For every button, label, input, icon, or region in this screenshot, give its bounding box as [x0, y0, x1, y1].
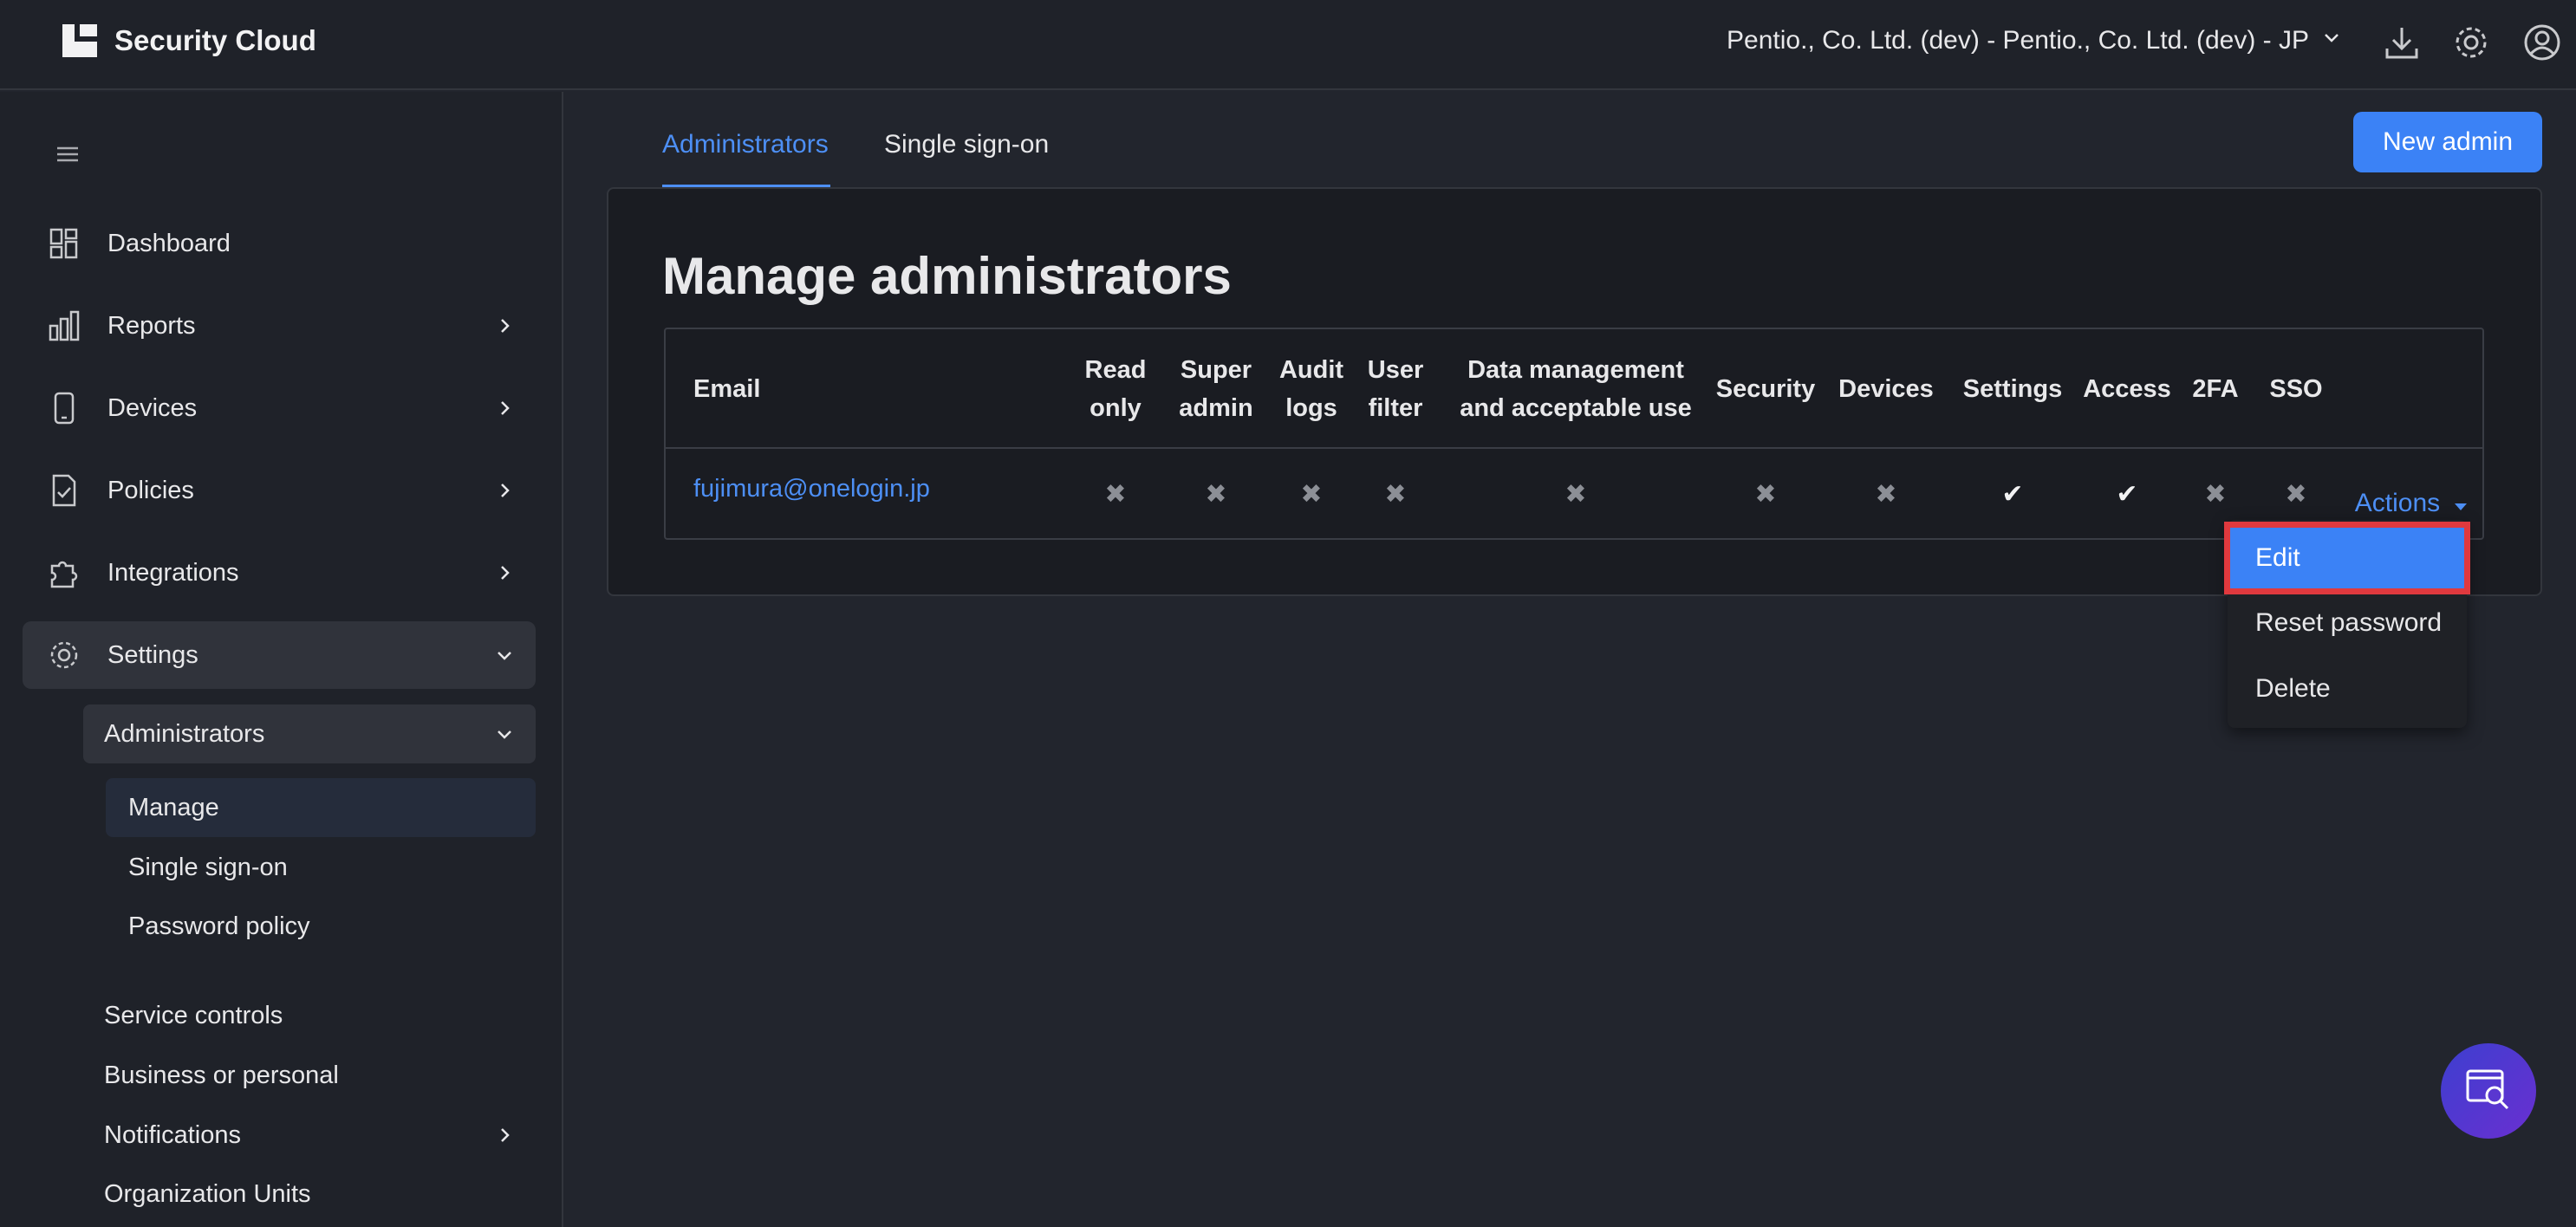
- chevron-right-icon: [494, 480, 515, 501]
- x-icon: ✖: [1384, 480, 1407, 509]
- column-header-read-only: Read only: [1084, 356, 1147, 422]
- x-icon: ✖: [1300, 480, 1323, 509]
- sidebar-item-password-policy[interactable]: Password policy: [106, 897, 536, 956]
- chevron-down-icon: [494, 645, 515, 665]
- administrators-table: Email Read only Super admin Audit logs User…: [664, 328, 2484, 540]
- menu-item-delete[interactable]: Delete: [2228, 656, 2467, 722]
- sidebar-item-reports[interactable]: Reports: [23, 292, 536, 360]
- sidebar-item-manage[interactable]: Manage: [106, 778, 536, 837]
- sidebar-item-devices[interactable]: Devices: [23, 374, 536, 442]
- sidebar-item-administrators[interactable]: Administrators: [83, 704, 536, 763]
- column-header-super-admin: Super admin: [1179, 356, 1253, 422]
- chevron-right-icon: [494, 1125, 515, 1146]
- sidebar-item-label: Administrators: [104, 719, 265, 748]
- sidebar-item-label: Organization Units: [104, 1179, 311, 1208]
- user-account-icon[interactable]: [2522, 23, 2562, 62]
- check-icon: ✔: [2001, 480, 2024, 509]
- sidebar-item-organization-units[interactable]: Organization Units: [83, 1168, 536, 1220]
- chevron-right-icon: [494, 398, 515, 419]
- column-header-settings: Settings: [1962, 375, 2063, 403]
- sidebar-item-label: Password policy: [128, 912, 310, 940]
- menu-toggle-icon[interactable]: [54, 140, 81, 168]
- column-header-audit-logs: Audit logs: [1278, 356, 1344, 422]
- download-icon[interactable]: [2382, 23, 2422, 62]
- brand[interactable]: Security Cloud: [61, 23, 316, 59]
- column-header-access: Access: [2083, 375, 2171, 403]
- sidebar-item-label: Single sign-on: [128, 853, 288, 881]
- column-header-user-filter: User filter: [1367, 356, 1424, 422]
- sidebar-item-label: Integrations: [107, 558, 239, 587]
- tab-single-sign-on[interactable]: Single sign-on: [884, 130, 1049, 159]
- menu-item-reset-password[interactable]: Reset password: [2228, 590, 2467, 656]
- sidebar-item-settings[interactable]: Settings: [23, 621, 536, 689]
- bar-chart-icon: [47, 308, 81, 343]
- sidebar: Dashboard Reports Devices Policies Integ…: [0, 92, 563, 1227]
- tab-administrators[interactable]: Administrators: [662, 130, 829, 159]
- top-bar: Security Cloud Pentio., Co. Ltd. (dev) -…: [0, 0, 2576, 90]
- sidebar-item-label: Dashboard: [107, 229, 231, 257]
- puzzle-icon: [47, 555, 81, 590]
- sidebar-item-label: Service controls: [104, 1001, 283, 1029]
- table-header: Email Read only Super admin Audit logs User…: [666, 329, 2482, 449]
- gear-icon[interactable]: [2451, 23, 2491, 62]
- new-admin-button[interactable]: New admin: [2353, 112, 2542, 172]
- caret-down-icon: [2454, 489, 2468, 518]
- dashboard-icon: [47, 226, 81, 261]
- x-icon: ✖: [1754, 480, 1777, 509]
- column-header-devices: Devices: [1838, 375, 1934, 403]
- x-icon: ✖: [1104, 480, 1127, 509]
- x-icon: ✖: [1205, 480, 1227, 509]
- sidebar-item-label: Notifications: [104, 1120, 241, 1149]
- column-header-sso: SSO: [2269, 375, 2323, 403]
- sidebar-item-policies[interactable]: Policies: [23, 457, 536, 524]
- menu-item-label: Edit: [2255, 543, 2300, 572]
- check-icon: ✔: [2116, 480, 2138, 509]
- chevron-right-icon: [494, 315, 515, 336]
- active-tab-indicator: [662, 185, 830, 187]
- column-header-security: Security: [1715, 375, 1816, 403]
- sidebar-item-integrations[interactable]: Integrations: [23, 539, 536, 607]
- org-selector-label: Pentio., Co. Ltd. (dev) - Pentio., Co. L…: [1727, 26, 2309, 55]
- sidebar-item-dashboard[interactable]: Dashboard: [23, 210, 536, 277]
- sidebar-item-label: Policies: [107, 476, 194, 504]
- page-title: Manage administrators: [662, 247, 1232, 305]
- sidebar-item-service-controls[interactable]: Service controls: [83, 990, 536, 1042]
- admin-email-link[interactable]: fujimura@onelogin.jp: [693, 475, 930, 503]
- document-check-icon: [47, 473, 81, 508]
- sidebar-item-label: Devices: [107, 393, 198, 422]
- phone-icon: [47, 391, 81, 425]
- app-title: Security Cloud: [114, 24, 316, 56]
- sidebar-item-label: Manage: [128, 793, 219, 821]
- column-header-2fa: 2FA: [2192, 375, 2239, 403]
- chevron-down-icon: [494, 724, 515, 744]
- gear-icon: [47, 638, 81, 672]
- security-cloud-logo-icon: [61, 23, 99, 59]
- column-header-data-management: Data management and acceptable use: [1460, 356, 1692, 422]
- x-icon: ✖: [2204, 480, 2227, 509]
- sidebar-item-label: Settings: [107, 640, 198, 669]
- menu-item-label: Delete: [2255, 674, 2331, 703]
- sidebar-item-label: Business or personal: [104, 1061, 339, 1089]
- sidebar-item-notifications[interactable]: Notifications: [83, 1109, 536, 1161]
- actions-dropdown-toggle[interactable]: Actions: [2355, 489, 2468, 518]
- chevron-down-icon: [2321, 26, 2342, 55]
- chevron-right-icon: [494, 562, 515, 583]
- org-selector[interactable]: Pentio., Co. Ltd. (dev) - Pentio., Co. L…: [1727, 26, 2342, 55]
- help-search-button[interactable]: [2441, 1043, 2536, 1139]
- sidebar-item-business-or-personal[interactable]: Business or personal: [83, 1049, 536, 1101]
- x-icon: ✖: [1564, 480, 1587, 509]
- actions-label: Actions: [2354, 488, 2441, 517]
- column-header-email: Email: [693, 375, 761, 403]
- search-document-icon: [2463, 1064, 2514, 1119]
- menu-item-label: Reset password: [2255, 608, 2443, 637]
- x-icon: ✖: [1875, 480, 1897, 509]
- menu-item-edit[interactable]: Edit: [2224, 522, 2470, 594]
- sidebar-item-label: Reports: [107, 311, 196, 340]
- sidebar-item-single-sign-on[interactable]: Single sign-on: [106, 838, 536, 897]
- x-icon: ✖: [2285, 480, 2307, 509]
- actions-menu: Edit Reset password Delete: [2224, 520, 2470, 728]
